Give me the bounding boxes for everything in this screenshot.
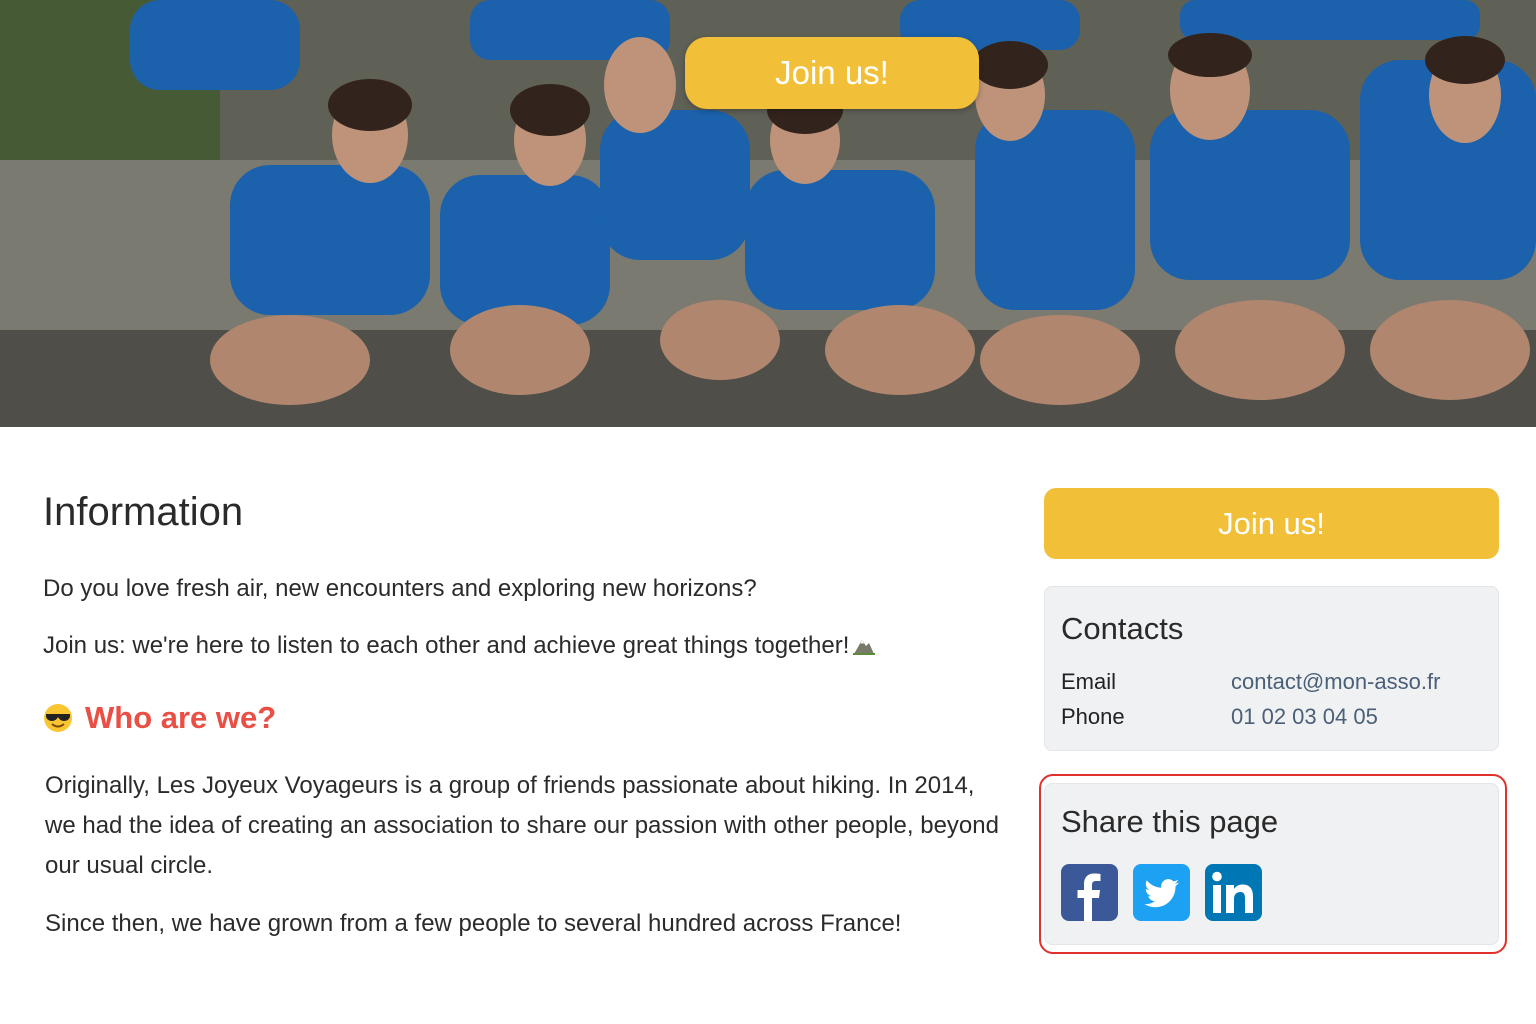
facebook-share-button[interactable] xyxy=(1061,864,1118,921)
phone-label: Phone xyxy=(1061,704,1125,729)
email-label: Email xyxy=(1061,669,1117,694)
who-are-we-text: Who are we? xyxy=(85,700,277,735)
linkedin-icon xyxy=(1212,871,1253,913)
twitter-share-button[interactable] xyxy=(1133,864,1190,921)
facebook-icon xyxy=(1077,873,1101,921)
origin-paragraph: Originally, Les Joyeux Voyageurs is a gr… xyxy=(45,772,999,879)
email-link[interactable]: contact@mon-asso.fr xyxy=(1231,669,1440,695)
sidebar-join-button[interactable]: Join us! xyxy=(1044,488,1499,559)
phone-link[interactable]: 01 02 03 04 05 xyxy=(1231,704,1378,730)
hero-banner: Join us! xyxy=(0,0,1536,427)
contacts-card: Contacts Email contact@mon-asso.fr Phone… xyxy=(1044,586,1499,751)
hero-join-button[interactable]: Join us! xyxy=(685,37,979,109)
smiling-face-with-sunglasses-icon xyxy=(44,704,72,732)
invite-text: Join us: we're here to listen to each ot… xyxy=(43,632,850,659)
share-title: Share this page xyxy=(1061,804,1279,839)
intro-text: Do you love fresh air, new encounters an… xyxy=(43,575,757,602)
intro-paragraph: Do you love fresh air, new encounters an… xyxy=(43,569,757,609)
linkedin-share-button[interactable] xyxy=(1205,864,1262,921)
share-card: Share this page xyxy=(1044,783,1499,945)
contacts-title: Contacts xyxy=(1061,611,1184,646)
invite-paragraph: Join us: we're here to listen to each ot… xyxy=(43,626,876,666)
twitter-icon xyxy=(1144,879,1179,908)
mountain-icon xyxy=(853,640,876,655)
information-heading: Information xyxy=(43,490,244,534)
who-are-we-heading: Who are we? xyxy=(43,700,276,736)
growth-paragraph: Since then, we have grown from a few peo… xyxy=(45,910,902,937)
